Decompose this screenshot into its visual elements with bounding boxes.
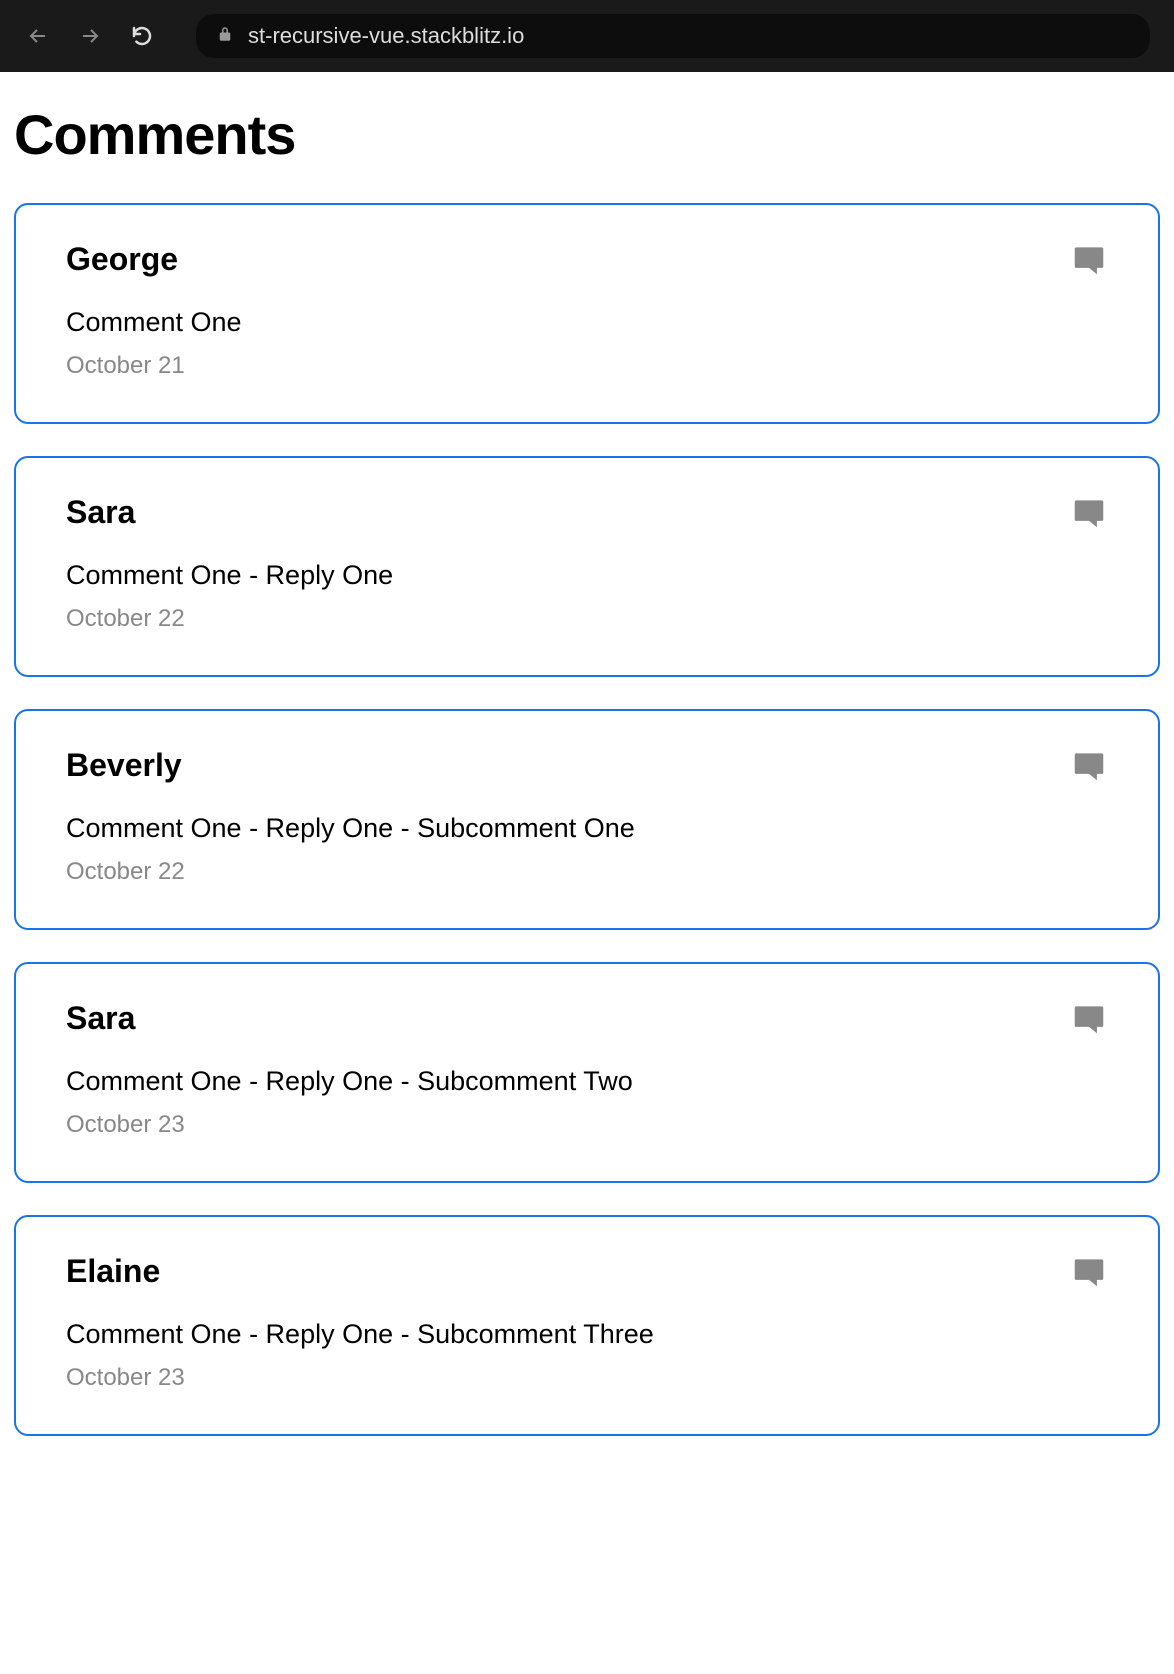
page-content: Comments George Comment One October 21 Sara… (0, 72, 1174, 1498)
comment-author: Sara (66, 1000, 135, 1037)
arrow-right-icon (78, 24, 102, 48)
comment-date: October 22 (66, 858, 1108, 886)
url-bar[interactable]: st-recursive-vue.stackblitz.io (196, 14, 1150, 58)
back-button[interactable] (24, 22, 52, 50)
comment-header: George (66, 241, 1108, 279)
reload-icon (130, 24, 154, 48)
comment-author: Elaine (66, 1253, 160, 1290)
comment-bubble-icon[interactable] (1070, 1253, 1108, 1291)
comment-body: Comment One - Reply One - Subcomment One (66, 813, 1108, 844)
comment-card: Beverly Comment One - Reply One - Subcomm… (14, 709, 1160, 930)
comment-date: October 23 (66, 1111, 1108, 1139)
page-title: Comments (14, 102, 1160, 167)
comments-list: George Comment One October 21 Sara Comment O… (14, 203, 1160, 1436)
comment-author: George (66, 241, 178, 278)
comment-body: Comment One - Reply One (66, 560, 1108, 591)
reload-button[interactable] (128, 22, 156, 50)
comment-body: Comment One - Reply One - Subcomment Thr… (66, 1319, 1108, 1350)
comment-bubble-icon[interactable] (1070, 1000, 1108, 1038)
comment-bubble-icon[interactable] (1070, 241, 1108, 279)
arrow-left-icon (26, 24, 50, 48)
comment-date: October 22 (66, 605, 1108, 633)
comment-card: Sara Comment One - Reply One - Subcomment… (14, 962, 1160, 1183)
comment-body: Comment One - Reply One - Subcomment Two (66, 1066, 1108, 1097)
comment-header: Elaine (66, 1253, 1108, 1291)
comment-card: George Comment One October 21 (14, 203, 1160, 424)
comment-author: Beverly (66, 747, 182, 784)
comment-header: Sara (66, 494, 1108, 532)
lock-icon (216, 25, 234, 48)
url-text: st-recursive-vue.stackblitz.io (248, 23, 524, 49)
browser-chrome-bar: st-recursive-vue.stackblitz.io (0, 0, 1174, 72)
comment-date: October 21 (66, 352, 1108, 380)
comment-bubble-icon[interactable] (1070, 747, 1108, 785)
comment-card: Sara Comment One - Reply One October 22 (14, 456, 1160, 677)
comment-card: Elaine Comment One - Reply One - Subcomme… (14, 1215, 1160, 1436)
comment-header: Sara (66, 1000, 1108, 1038)
comment-bubble-icon[interactable] (1070, 494, 1108, 532)
comment-body: Comment One (66, 307, 1108, 338)
comment-author: Sara (66, 494, 135, 531)
forward-button[interactable] (76, 22, 104, 50)
comment-header: Beverly (66, 747, 1108, 785)
comment-date: October 23 (66, 1364, 1108, 1392)
